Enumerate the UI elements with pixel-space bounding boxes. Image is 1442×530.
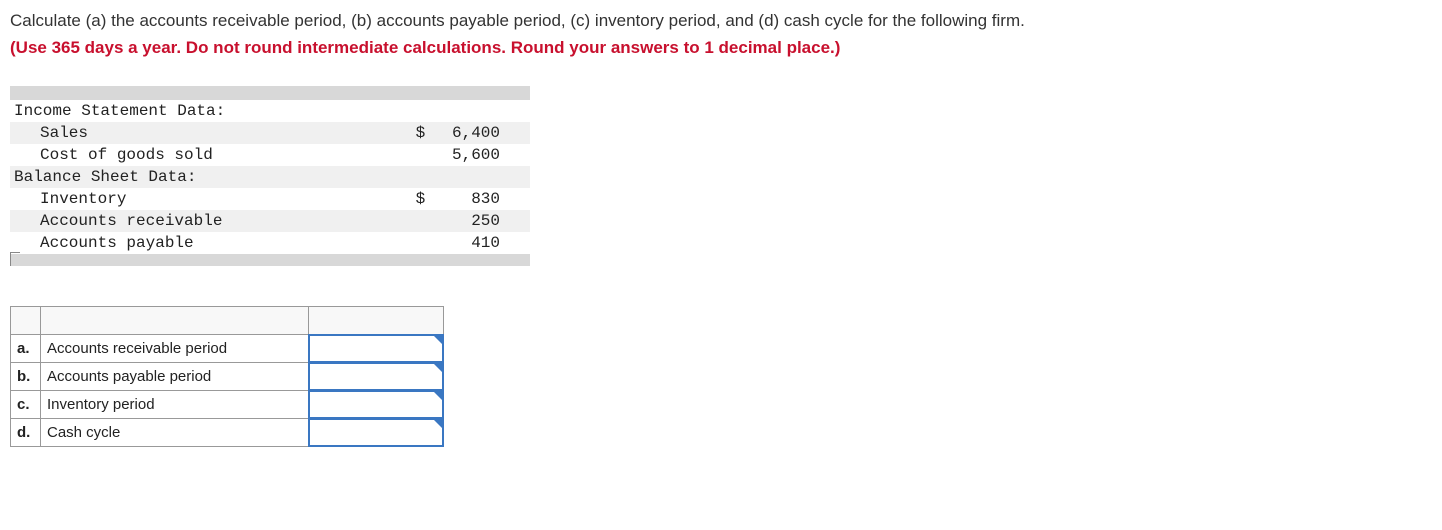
section-header: Income Statement Data:: [10, 100, 530, 122]
answer-row: c. Inventory period: [11, 390, 444, 418]
answer-table: a. Accounts receivable period b. Account…: [10, 306, 444, 447]
currency-symbol: [395, 232, 431, 254]
data-value: 6,400: [431, 122, 530, 144]
question-prompt: Calculate (a) the accounts receivable pe…: [10, 8, 1432, 34]
answer-label: Accounts receivable period: [41, 334, 309, 362]
data-bottom-bar: [10, 254, 530, 266]
answer-label: Accounts payable period: [41, 362, 309, 390]
answer-input-cell: [309, 418, 444, 446]
answer-input-cell: [309, 362, 444, 390]
answer-header-blank: [11, 306, 41, 334]
answer-row: d. Cash cycle: [11, 418, 444, 446]
answer-header-blank: [309, 306, 444, 334]
data-value: 5,600: [431, 144, 530, 166]
data-label: Cost of goods sold: [10, 144, 395, 166]
currency-symbol: [395, 210, 431, 232]
answer-input-b[interactable]: [309, 363, 443, 390]
financial-data-block: Income Statement Data: Sales $ 6,400 Cos…: [10, 86, 530, 266]
answer-input-d[interactable]: [309, 419, 443, 446]
data-value: 410: [431, 232, 530, 254]
cell-corner-icon: [433, 363, 443, 373]
data-value: 250: [431, 210, 530, 232]
answer-header-blank: [41, 306, 309, 334]
resize-hint-icon: [10, 252, 20, 266]
cell-corner-icon: [433, 391, 443, 401]
data-label: Accounts payable: [10, 232, 395, 254]
answer-letter: c.: [11, 390, 41, 418]
answer-input-c[interactable]: [309, 391, 443, 418]
data-value: 830: [431, 188, 530, 210]
answer-label: Inventory period: [41, 390, 309, 418]
answer-letter: b.: [11, 362, 41, 390]
data-label: Sales: [10, 122, 395, 144]
section-header: Balance Sheet Data:: [10, 166, 530, 188]
data-label: Accounts receivable: [10, 210, 395, 232]
answer-row: a. Accounts receivable period: [11, 334, 444, 362]
currency-symbol: [395, 144, 431, 166]
answer-row: b. Accounts payable period: [11, 362, 444, 390]
cell-corner-icon: [433, 335, 443, 345]
answer-label: Cash cycle: [41, 418, 309, 446]
data-label: Inventory: [10, 188, 395, 210]
answer-input-cell: [309, 390, 444, 418]
answer-input-a[interactable]: [309, 335, 443, 362]
answer-letter: a.: [11, 334, 41, 362]
financial-data-table: Income Statement Data: Sales $ 6,400 Cos…: [10, 100, 530, 254]
answer-input-cell: [309, 334, 444, 362]
currency-symbol: $: [395, 188, 431, 210]
question-instruction: (Use 365 days a year. Do not round inter…: [10, 38, 1432, 58]
answer-letter: d.: [11, 418, 41, 446]
currency-symbol: $: [395, 122, 431, 144]
data-top-bar: [10, 86, 530, 100]
cell-corner-icon: [433, 419, 443, 429]
